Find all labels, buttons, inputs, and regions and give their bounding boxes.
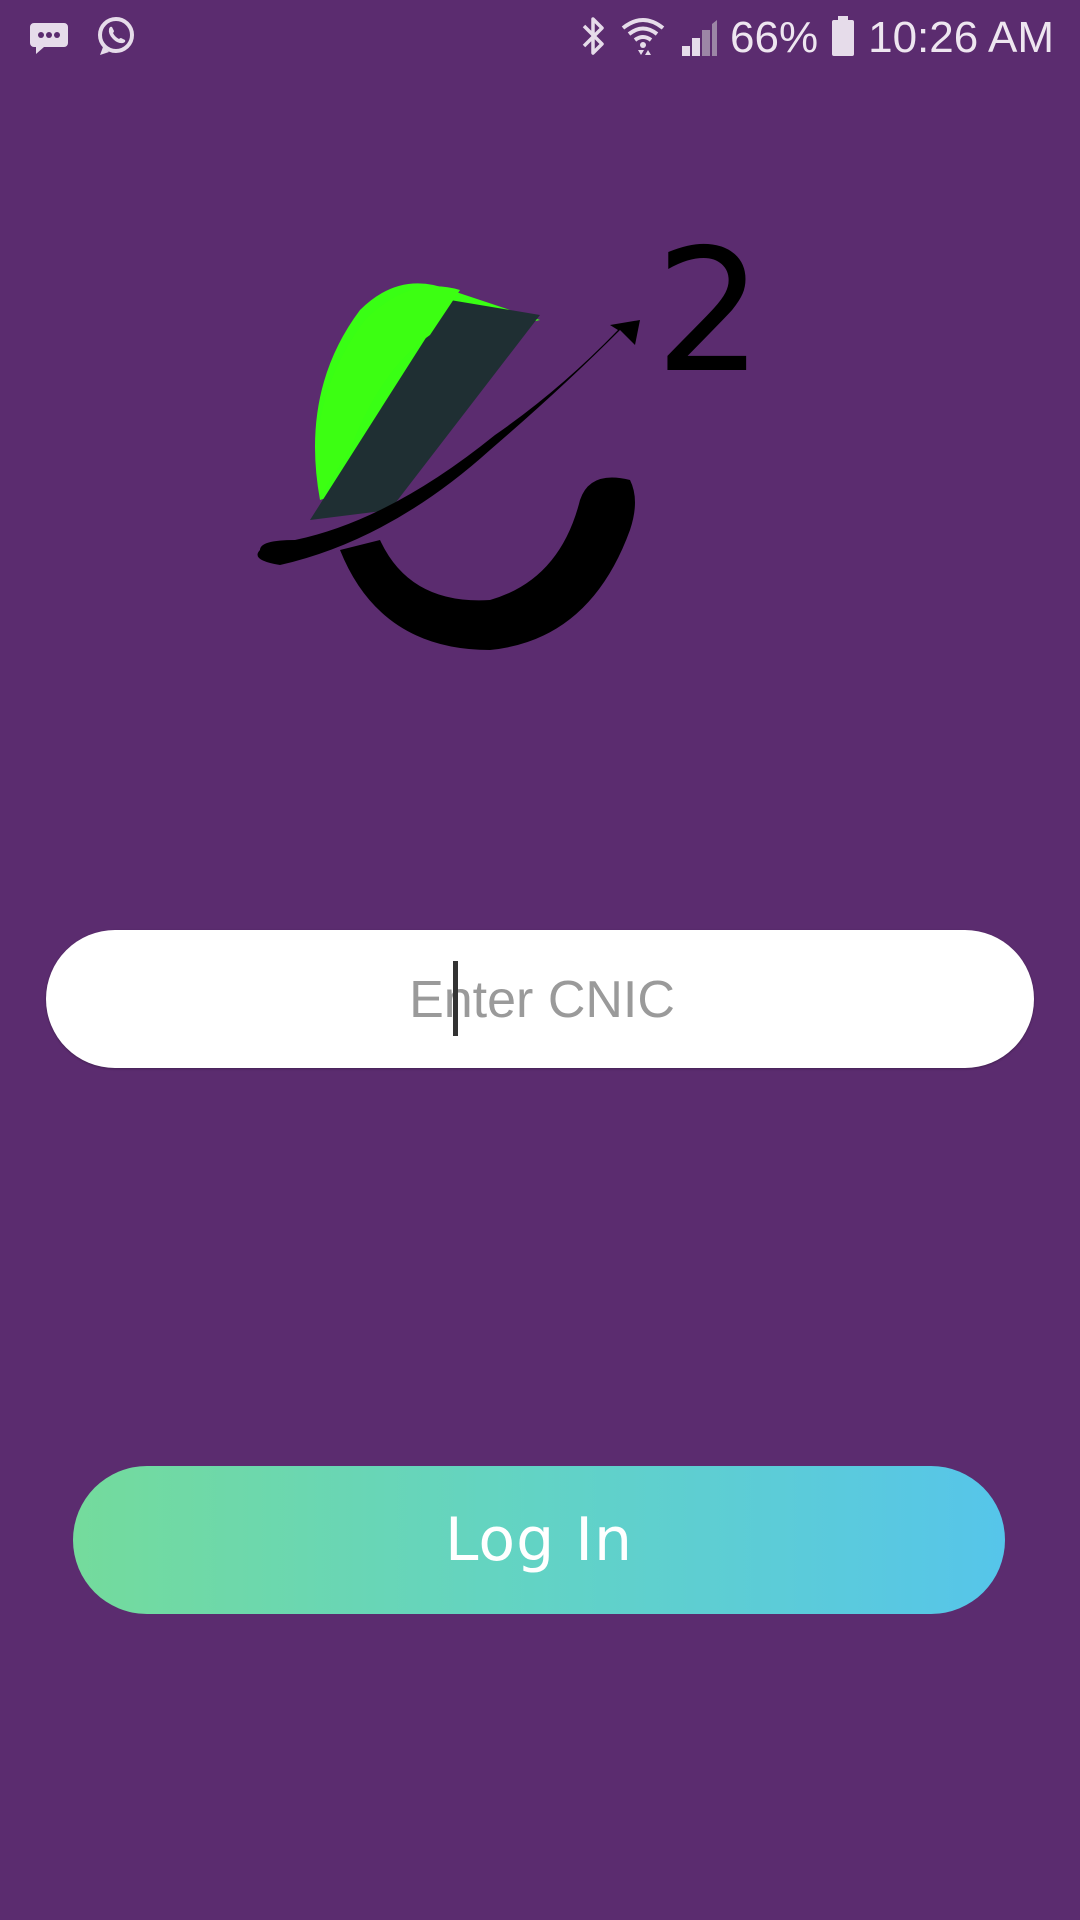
login-button[interactable]: Log In <box>73 1466 1005 1614</box>
logo-superscript: 2 <box>655 220 763 411</box>
text-caret <box>453 961 458 1036</box>
app-logo: 2 <box>240 213 860 660</box>
status-bar: 66% 10:26 AM <box>0 0 1080 75</box>
wifi-icon <box>620 14 666 63</box>
whatsapp-icon <box>94 14 138 63</box>
logo-graphic: 2 <box>257 213 763 650</box>
login-button-label: Log In <box>445 1505 633 1575</box>
cnic-field[interactable] <box>46 930 1038 1070</box>
battery-icon <box>830 14 856 63</box>
clock: 10:26 AM <box>868 13 1054 62</box>
status-notifications <box>28 14 138 63</box>
status-system: 66% 10:26 AM <box>578 10 1054 66</box>
messaging-icon <box>28 15 70 62</box>
cnic-input[interactable] <box>46 930 1038 1070</box>
cell-signal-icon <box>678 14 718 63</box>
battery-percent: 66% <box>730 13 819 62</box>
bluetooth-icon <box>578 14 608 63</box>
